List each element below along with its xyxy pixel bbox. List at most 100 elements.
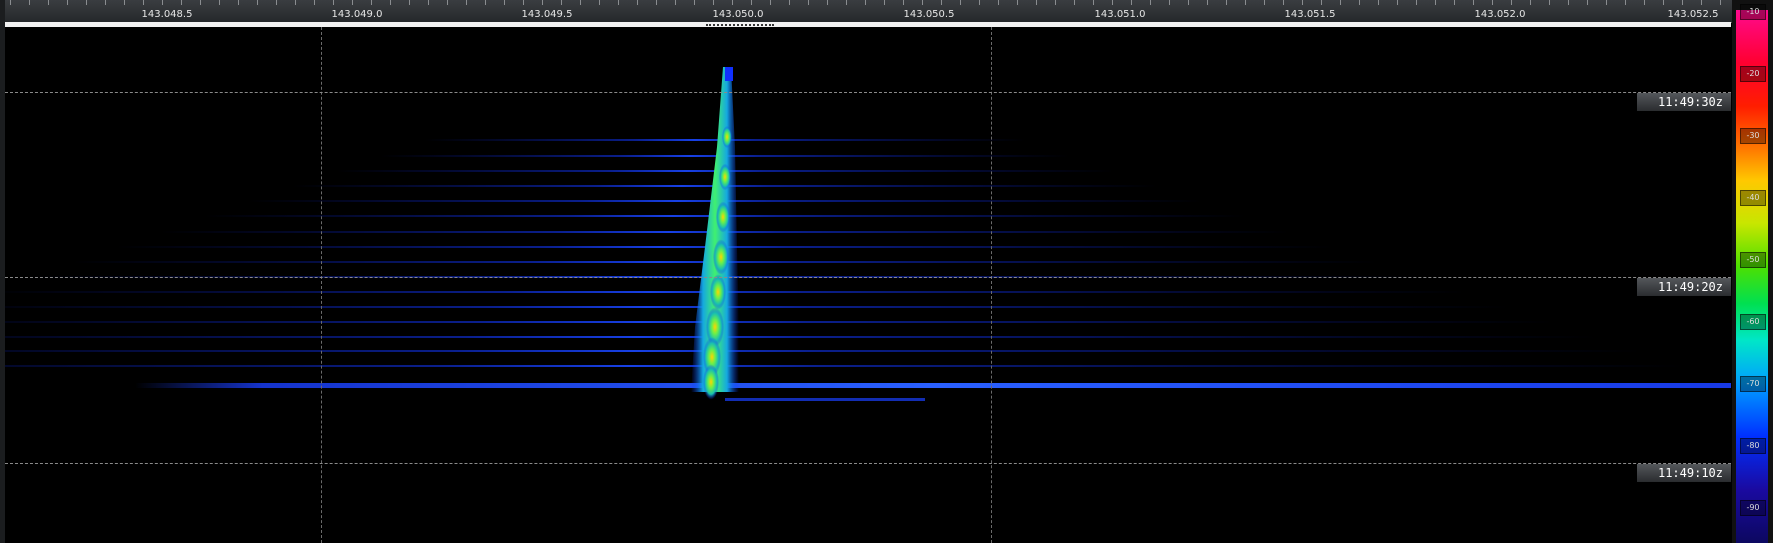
harmonic-lines <box>5 139 1685 367</box>
ruler-minor-tick <box>1435 0 1436 5</box>
scale-tick-label: -60 <box>1740 314 1766 330</box>
ruler-minor-tick <box>523 0 524 5</box>
harmonic-line <box>5 321 1553 323</box>
frequency-label: 143.051.0 <box>1094 9 1146 20</box>
ruler-minor-tick <box>1682 0 1683 5</box>
ruler-minor-tick <box>561 0 562 5</box>
signal-hotspot <box>703 364 719 400</box>
ruler-minor-tick <box>314 0 315 5</box>
frequency-label: 143.052.0 <box>1474 9 1526 20</box>
ruler-minor-tick <box>1074 0 1075 5</box>
ruler-minor-tick <box>276 0 277 5</box>
time-marker: 11:49:10z <box>1637 464 1731 482</box>
color-scale[interactable]: -10 -20 -30 -40 -50 -60 -70 -80 -90 <box>1732 0 1773 543</box>
ruler-minor-tick <box>789 0 790 5</box>
ruler-minor-tick <box>1701 0 1702 5</box>
signal-hotspot <box>716 201 730 233</box>
ruler-minor-tick <box>770 0 771 5</box>
signal-tip <box>725 67 733 81</box>
ruler-minor-tick <box>599 0 600 5</box>
ruler-minor-tick <box>1644 0 1645 5</box>
frequency-gridline <box>991 27 992 543</box>
scale-tick-label: -10 <box>1740 4 1766 20</box>
ruler-minor-tick <box>1150 0 1151 5</box>
time-marker: 11:49:20z <box>1637 278 1731 296</box>
ruler-minor-tick <box>219 0 220 5</box>
ruler-minor-tick <box>29 0 30 5</box>
harmonic-line <box>5 336 1597 338</box>
scale-tick-label: -40 <box>1740 190 1766 206</box>
ruler-minor-tick <box>922 0 923 5</box>
ruler-minor-tick <box>1112 0 1113 5</box>
ruler-minor-tick <box>1055 0 1056 5</box>
ruler-minor-tick <box>1321 0 1322 5</box>
ruler-minor-tick <box>542 0 543 5</box>
ruler-minor-tick <box>504 0 505 5</box>
signal-hotspot <box>722 126 732 148</box>
ruler-minor-tick <box>1416 0 1417 5</box>
color-scale-bar <box>1736 10 1768 543</box>
ruler-minor-tick <box>1568 0 1569 5</box>
scale-tick-label: -90 <box>1740 500 1766 516</box>
ruler-minor-tick <box>1188 0 1189 5</box>
ruler-minor-tick <box>1169 0 1170 5</box>
frequency-label: 143.052.5 <box>1667 9 1719 20</box>
frequency-ruler[interactable]: 143.048.5 143.049.0 143.049.5 143.050.0 … <box>0 0 1732 23</box>
spectrum-waterfall-app: 143.048.5 143.049.0 143.049.5 143.050.0 … <box>0 0 1773 543</box>
waterfall-display[interactable]: 11:49:30z 11:49:20z 11:49:10z <box>5 27 1731 543</box>
time-gridline <box>5 92 1731 93</box>
ruler-minor-tick <box>1245 0 1246 5</box>
ruler-minor-tick <box>827 0 828 5</box>
time-gridline <box>5 463 1731 464</box>
ruler-minor-tick <box>200 0 201 5</box>
ruler-minor-tick <box>48 0 49 5</box>
ruler-minor-tick <box>1454 0 1455 5</box>
harmonic-line <box>5 306 1509 308</box>
frequency-label: 143.049.5 <box>521 9 573 20</box>
ruler-minor-tick <box>1663 0 1664 5</box>
ruler-minor-tick <box>1226 0 1227 5</box>
signal-hotspot <box>713 239 729 275</box>
ruler-minor-tick <box>884 0 885 5</box>
ruler-minor-tick <box>1720 0 1721 5</box>
ruler-minor-tick <box>181 0 182 5</box>
ruler-minor-tick <box>86 0 87 5</box>
ruler-minor-tick <box>1036 0 1037 5</box>
ruler-minor-tick <box>751 0 752 5</box>
ruler-minor-tick <box>1530 0 1531 5</box>
frequency-label: 143.051.5 <box>1284 9 1336 20</box>
ruler-minor-tick <box>238 0 239 5</box>
ruler-minor-tick <box>1283 0 1284 5</box>
ruler-minor-tick <box>998 0 999 5</box>
ruler-minor-tick <box>618 0 619 5</box>
carrier-echo <box>725 398 925 401</box>
ruler-minor-tick <box>656 0 657 5</box>
carrier-line <box>135 383 1731 388</box>
ruler-minor-tick <box>124 0 125 5</box>
scale-tick-label: -80 <box>1740 438 1766 454</box>
harmonic-line <box>5 365 1685 367</box>
ruler-minor-tick <box>1359 0 1360 5</box>
ruler-minor-tick <box>409 0 410 5</box>
signal-hotspot <box>719 163 731 191</box>
ruler-minor-tick <box>1264 0 1265 5</box>
ruler-minor-tick <box>1473 0 1474 5</box>
scale-tick-label: -70 <box>1740 376 1766 392</box>
ruler-minor-tick <box>352 0 353 5</box>
frequency-gridline <box>321 27 322 543</box>
ruler-minor-tick <box>732 0 733 5</box>
scale-tick-label: -50 <box>1740 252 1766 268</box>
ruler-minor-tick <box>1340 0 1341 5</box>
ruler-minor-tick <box>428 0 429 5</box>
frequency-label: 143.048.5 <box>141 9 193 20</box>
scale-tick-label: -20 <box>1740 66 1766 82</box>
ruler-minor-tick <box>846 0 847 5</box>
frequency-label: 143.049.0 <box>331 9 383 20</box>
frequency-label: 143.050.5 <box>903 9 955 20</box>
scale-tick-label: -30 <box>1740 128 1766 144</box>
ruler-minor-tick <box>105 0 106 5</box>
ruler-minor-tick <box>941 0 942 5</box>
ruler-minor-tick <box>390 0 391 5</box>
time-marker: 11:49:30z <box>1637 93 1731 111</box>
ruler-minor-tick <box>295 0 296 5</box>
